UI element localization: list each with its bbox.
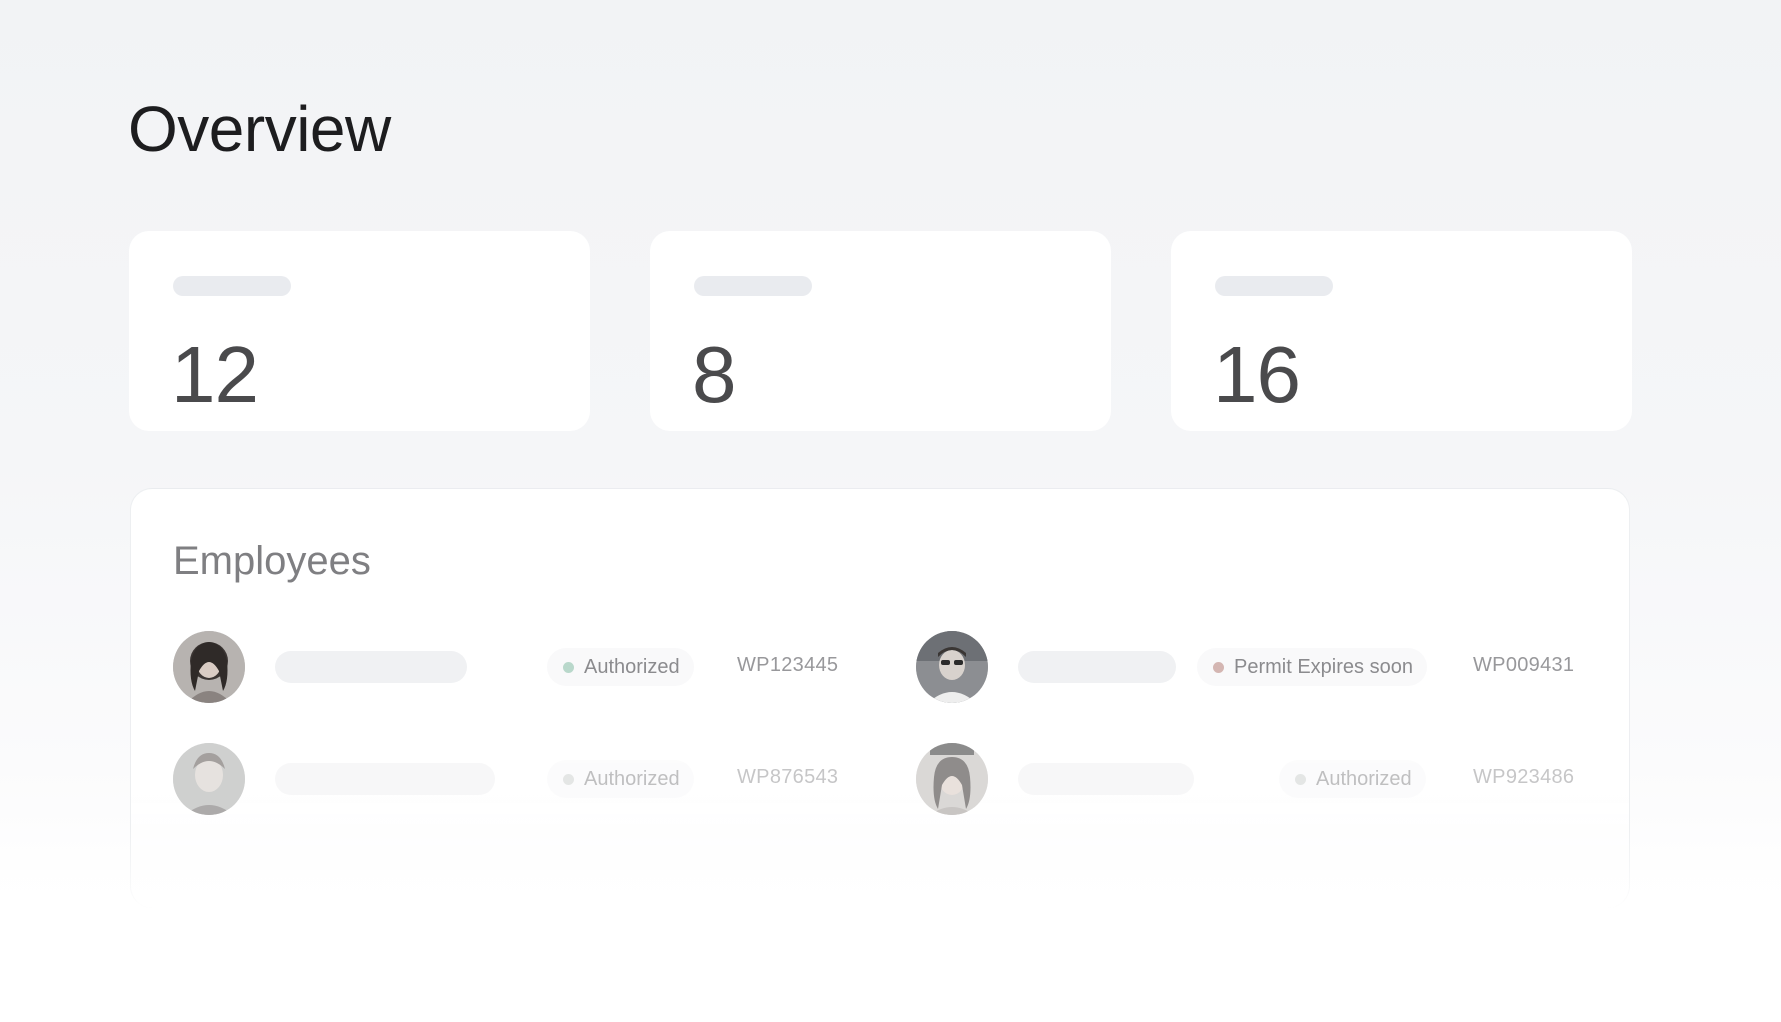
- status-badge: Authorized: [547, 760, 694, 798]
- permit-id: WP123445: [737, 654, 839, 676]
- status-badge: Permit Expires soon: [1197, 648, 1427, 686]
- status-label: Authorized: [584, 767, 680, 790]
- stat-card-1[interactable]: 12: [129, 231, 590, 431]
- employee-name-placeholder: [275, 763, 495, 795]
- status-label: Authorized: [1316, 767, 1412, 790]
- stat-label-placeholder: [1215, 276, 1333, 296]
- status-dot-icon: [563, 773, 574, 785]
- permit-id: WP876543: [737, 766, 839, 788]
- avatar: [173, 631, 245, 703]
- stat-label-placeholder: [694, 276, 812, 296]
- avatar: [916, 743, 988, 815]
- employee-name-placeholder: [275, 651, 467, 683]
- stat-card-3[interactable]: 16: [1171, 231, 1632, 431]
- stat-value: 8: [692, 330, 736, 419]
- employees-title: Employees: [173, 539, 371, 583]
- status-dot-icon: [563, 661, 574, 673]
- page-title: Overview: [128, 93, 391, 165]
- employee-name-placeholder: [1018, 763, 1194, 795]
- status-badge: Authorized: [1279, 760, 1426, 798]
- status-label: Permit Expires soon: [1234, 655, 1413, 678]
- stat-card-2[interactable]: 8: [650, 231, 1111, 431]
- avatar: [916, 631, 988, 703]
- permit-id: WP009431: [1473, 654, 1575, 676]
- employees-panel: Employees Authorized WP123445 Permit Exp…: [130, 488, 1630, 908]
- avatar: [173, 743, 245, 815]
- stat-value: 12: [171, 330, 259, 419]
- employee-row[interactable]: Authorized WP923486: [916, 743, 1616, 815]
- employee-row[interactable]: Authorized WP123445: [173, 631, 873, 703]
- status-dot-icon: [1295, 773, 1306, 785]
- status-badge: Authorized: [547, 648, 694, 686]
- status-label: Authorized: [584, 655, 680, 678]
- stat-value: 16: [1213, 330, 1301, 419]
- permit-id: WP923486: [1473, 766, 1575, 788]
- employee-name-placeholder: [1018, 651, 1176, 683]
- employee-row[interactable]: Permit Expires soon WP009431: [916, 631, 1616, 703]
- stat-label-placeholder: [173, 276, 291, 296]
- employee-row[interactable]: Authorized WP876543: [173, 743, 873, 815]
- status-dot-icon: [1213, 661, 1224, 673]
